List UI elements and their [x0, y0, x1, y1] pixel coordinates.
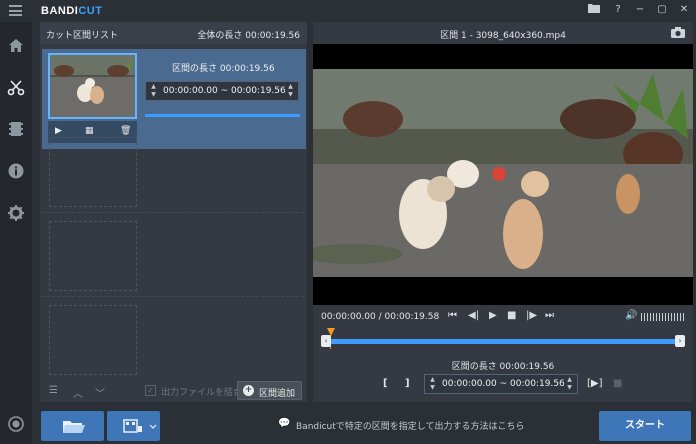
- player-segment-length: 区間の長さ 00:00:19.56: [451, 362, 555, 372]
- menu-icon[interactable]: [9, 5, 22, 16]
- minimize-icon[interactable]: −: [633, 3, 647, 17]
- segment-list-panel: カット区間リスト 全体の長さ 00:00:19.56 ▶ ▦ 🗑 区間の長さ 0…: [40, 22, 307, 402]
- settings-icon[interactable]: [6, 203, 26, 223]
- help-icon[interactable]: ?: [611, 3, 625, 17]
- player-range-field[interactable]: ▲ ▼ 00:00:00.00 ~ 00:00:19.56 ▲ ▼: [424, 374, 578, 394]
- segment-thumbnail[interactable]: [48, 53, 137, 119]
- total-length: 全体の長さ 00:00:19.56: [197, 31, 300, 41]
- camera-icon[interactable]: [671, 27, 685, 38]
- start-button[interactable]: スタート: [599, 411, 691, 441]
- info-icon[interactable]: [6, 161, 26, 181]
- chat-icon: 💬: [278, 418, 291, 429]
- merge-label: 出力ファイルを結合: [161, 388, 243, 398]
- start-time-stepper[interactable]: ▲ ▼: [148, 83, 159, 100]
- segment-list-header: カット区間リスト 全体の長さ 00:00:19.56: [40, 22, 307, 44]
- segment-range-text[interactable]: 00:00:00.00 ~ 00:00:19.56: [163, 86, 286, 96]
- record-icon[interactable]: [6, 414, 26, 434]
- cut-icon[interactable]: [6, 78, 26, 98]
- trash-icon[interactable]: 🗑: [120, 126, 131, 136]
- film-mode-icon: [123, 419, 157, 433]
- plus-icon: +: [243, 385, 254, 396]
- film-icon[interactable]: [6, 119, 26, 139]
- stop-segment-icon[interactable]: ■: [613, 378, 622, 389]
- time-readout: 00:00:00.00 / 00:00:19.58: [321, 312, 440, 322]
- maximize-icon[interactable]: ▢: [655, 3, 669, 17]
- play-button-icon[interactable]: ▶: [489, 310, 497, 321]
- volume-icon[interactable]: 🔊: [625, 310, 637, 321]
- stop-icon[interactable]: ■: [507, 310, 516, 321]
- set-end-button[interactable]: ]: [405, 378, 410, 389]
- volume-slider[interactable]: [641, 313, 685, 321]
- next-segment-icon[interactable]: ⏭: [545, 310, 554, 321]
- merge-checkbox[interactable]: ✓: [145, 385, 156, 396]
- segment-list-title: カット区間リスト: [46, 31, 119, 41]
- video-preview[interactable]: [313, 44, 693, 305]
- set-start-button[interactable]: [: [383, 378, 388, 389]
- prev-segment-icon[interactable]: ⏮: [448, 310, 457, 321]
- move-up-icon[interactable]: ︿: [73, 385, 83, 400]
- segment-item[interactable]: ▶ ▦ 🗑 区間の長さ 00:00:19.56 ▲ ▼ 00:00:00.00 ~…: [42, 49, 306, 149]
- range-start-handle[interactable]: ‹: [321, 335, 331, 347]
- grid-icon[interactable]: ▦: [85, 126, 94, 136]
- empty-segment-slot: [49, 221, 137, 291]
- player-range-text[interactable]: 00:00:00.00 ~ 00:00:19.56: [442, 379, 565, 389]
- folder-icon[interactable]: [587, 3, 601, 17]
- empty-segment-slot: [49, 305, 137, 375]
- segment-range-field[interactable]: ▲ ▼ 00:00:00.00 ~ 00:00:19.56 ▲ ▼: [145, 81, 299, 101]
- segment-list-footer: ☰ ︿ ﹀ ✓ 出力ファイルを結合 + 区間追加: [40, 380, 307, 402]
- empty-segment-slot: [49, 137, 137, 207]
- prev-frame-icon[interactable]: ◀|: [468, 310, 479, 321]
- add-segment-label: 区間追加: [259, 389, 296, 399]
- next-frame-icon[interactable]: |▶: [526, 310, 537, 321]
- segment-length: 区間の長さ 00:00:19.56: [172, 64, 275, 74]
- play-icon[interactable]: ▶: [55, 126, 62, 136]
- add-segment-button[interactable]: + 区間追加: [237, 381, 302, 400]
- timeline-track[interactable]: [322, 339, 684, 344]
- divider: [42, 212, 304, 213]
- mode-dropdown-button[interactable]: [107, 411, 160, 441]
- home-icon[interactable]: [6, 36, 26, 56]
- title-bar: BANDICUT ? − ▢ ✕: [0, 0, 696, 22]
- open-file-button[interactable]: [41, 411, 104, 441]
- help-hint-link[interactable]: Bandicutで特定の区間を指定して出力する方法はこちら: [296, 419, 525, 432]
- divider: [42, 296, 304, 297]
- move-down-icon[interactable]: ﹀: [95, 385, 105, 400]
- play-segment-icon[interactable]: [▶]: [587, 378, 603, 389]
- close-icon[interactable]: ✕: [677, 3, 691, 17]
- file-title: 区間 1 - 3098_640x360.mp4: [440, 31, 566, 41]
- end-time-stepper[interactable]: ▲ ▼: [285, 83, 296, 100]
- segment-progress: [145, 114, 300, 117]
- sidebar: [0, 22, 32, 444]
- delete-all-icon[interactable]: ☰: [49, 385, 58, 396]
- bottom-bar: 💬 Bandicutで特定の区間を指定して出力する方法はこちら スタート: [32, 402, 696, 444]
- range-end-handle[interactable]: ›: [675, 335, 685, 347]
- player-panel: 区間 1 - 3098_640x360.mp4 00:00:00.00 / 00…: [313, 22, 693, 402]
- app-logo: BANDICUT: [41, 5, 103, 17]
- open-folder-icon: [63, 421, 85, 433]
- start-time-stepper[interactable]: ▲ ▼: [427, 376, 438, 393]
- end-time-stepper[interactable]: ▲ ▼: [564, 376, 575, 393]
